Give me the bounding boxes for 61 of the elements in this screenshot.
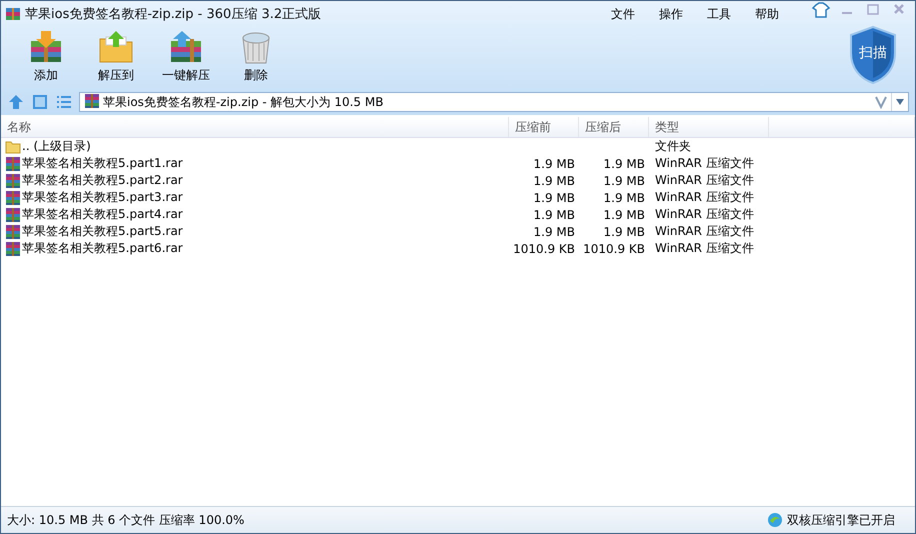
list-view-icon[interactable] <box>55 93 73 111</box>
archive-icon <box>5 172 21 188</box>
file-type: WinRAR 压缩文件 <box>655 190 754 204</box>
status-summary: 大小: 10.5 MB 共 6 个文件 压缩率 100.0% <box>7 512 244 528</box>
archive-extract-icon <box>168 29 204 65</box>
column-header[interactable]: 名称 <box>1 117 509 137</box>
size-before: 1.9 MB <box>534 156 575 170</box>
size-after: 1.9 MB <box>604 174 645 188</box>
archive-icon <box>5 206 21 222</box>
file-name[interactable]: .. (上级目录) <box>22 138 91 155</box>
file-type: WinRAR 压缩文件 <box>655 241 754 255</box>
archive-icon <box>5 190 21 206</box>
column-header[interactable]: 压缩前 <box>509 117 579 137</box>
file-type: WinRAR 压缩文件 <box>655 224 754 238</box>
archive-add-icon <box>28 29 64 65</box>
toolbar-button[interactable]: 解压到 <box>81 29 151 84</box>
window-title: 苹果ios免费签名教程-zip.zip - 360压缩 3.2正式版 <box>25 6 322 23</box>
size-after: 1.9 MB <box>604 190 645 204</box>
engine-icon <box>767 512 783 528</box>
file-name[interactable]: 苹果签名相关教程5.part4.rar <box>22 206 183 223</box>
menu-item[interactable]: 操作 <box>647 6 695 22</box>
file-name[interactable]: 苹果签名相关教程5.part1.rar <box>22 155 183 172</box>
archive-icon <box>5 240 21 256</box>
size-before: 1010.9 KB <box>513 242 575 256</box>
archive-icon <box>5 156 21 172</box>
file-name[interactable]: 苹果签名相关教程5.part2.rar <box>22 172 183 189</box>
size-after: 1.9 MB <box>604 208 645 222</box>
size-after: 1.9 MB <box>604 156 645 170</box>
menu-item[interactable]: 工具 <box>695 6 743 22</box>
archive-icon <box>84 92 100 108</box>
toolbar-button[interactable]: 删除 <box>221 29 291 84</box>
address-field[interactable]: 苹果ios免费签名教程-zip.zip - 解包大小为 10.5 MB <box>79 92 909 112</box>
size-before: 1.9 MB <box>534 190 575 204</box>
menu-item[interactable]: 文件 <box>599 6 647 22</box>
archive-icon <box>5 224 21 240</box>
menu-item[interactable]: 帮助 <box>743 6 791 22</box>
size-after: 1010.9 KB <box>583 242 645 256</box>
app-icon <box>5 6 21 22</box>
toolbar-button[interactable]: 添加 <box>11 29 81 84</box>
size-before: 1.9 MB <box>534 174 575 188</box>
file-name[interactable]: 苹果签名相关教程5.part3.rar <box>22 189 183 206</box>
file-type: WinRAR 压缩文件 <box>655 173 754 187</box>
v-mark-icon <box>874 95 888 109</box>
size-before: 1.9 MB <box>534 224 575 238</box>
column-header[interactable]: 类型 <box>649 117 769 137</box>
file-name[interactable]: 苹果签名相关教程5.part5.rar <box>22 223 183 240</box>
file-type: 文件夹 <box>655 139 691 153</box>
size-before: 1.9 MB <box>534 208 575 222</box>
toolbar-button[interactable]: 一键解压 <box>151 29 221 84</box>
column-header[interactable]: 压缩后 <box>579 117 649 137</box>
folder-extract-icon <box>98 29 134 65</box>
scan-button[interactable]: 扫描 <box>847 25 899 85</box>
file-name[interactable]: 苹果签名相关教程5.part6.rar <box>22 240 183 257</box>
file-type: WinRAR 压缩文件 <box>655 207 754 221</box>
icon-view-icon[interactable] <box>31 93 49 111</box>
size-after: 1.9 MB <box>604 224 645 238</box>
shirt-icon[interactable] <box>809 1 833 19</box>
up-arrow-icon[interactable] <box>7 93 25 111</box>
caret-icon <box>895 99 905 105</box>
file-type: WinRAR 压缩文件 <box>655 156 754 170</box>
engine-status: 双核压缩引擎已开启 <box>787 512 895 528</box>
